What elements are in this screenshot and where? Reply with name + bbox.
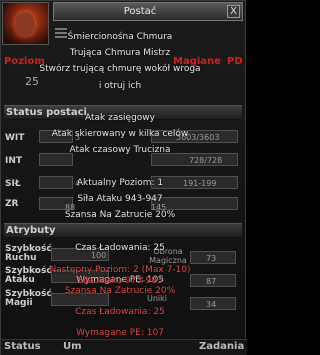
tooltip-line: Trująca Chmura Mistrz <box>69 48 171 59</box>
tooltip-next-line: Wymagane PE: 107 <box>76 328 164 338</box>
tooltip-line: Atak zasięgowy <box>85 113 155 124</box>
tooltip-next-line: Następny Poziom: 2 (Max 7-10) <box>49 265 191 275</box>
skill-tooltip: Śmiercionośna Chmura Trująca Chmura Mist… <box>7 29 233 288</box>
tooltip-next-line: Czas Ładowania: 25 <box>75 307 165 317</box>
bottom-tabs: Status Um Zadania <box>1 339 247 355</box>
tooltip-line: Szansa Na Zatrucie 20% <box>64 210 176 221</box>
title-bar[interactable]: Postać X <box>53 2 243 21</box>
tooltip-line: Atak czasowy Trucizna <box>69 145 171 156</box>
tooltip-next-line <box>7 297 233 308</box>
tooltip-line: Atak skierowany w kilka celów <box>51 129 189 140</box>
tooltip-line: Siła Ataku 943-947 <box>77 194 163 205</box>
tooltip-line: Czas Ładowania: 25 <box>75 242 165 253</box>
tooltip-line <box>7 94 233 110</box>
character-window: Postać X Poziom 25 Magiane PD Status pos… <box>0 0 247 355</box>
tooltip-line <box>7 223 233 239</box>
tab-skills[interactable]: Um <box>63 341 82 352</box>
tooltip-next-line: Siła Ataku 973-983 <box>77 275 163 286</box>
tooltip-next-line: Szansa Na Zatrucie 20% <box>64 286 176 296</box>
tab-quests[interactable]: Zadania <box>199 341 244 352</box>
tooltip-next-line <box>7 318 233 329</box>
tooltip-line: Stwórz trującą chmurę wokół wroga <box>39 64 201 75</box>
tooltip-skill-name: Śmiercionośna Chmura <box>67 32 173 42</box>
tab-status[interactable]: Status <box>4 341 41 352</box>
tooltip-line: Aktualny Poziom: 1 <box>76 177 164 188</box>
skill-tooltip-next-level: Następny Poziom: 2 (Max 7-10) Siła Ataku… <box>7 265 233 339</box>
window-title: Postać <box>123 6 157 17</box>
close-button[interactable]: X <box>227 5 240 18</box>
tooltip-line <box>7 159 233 175</box>
tooltip-line: i otruj ich <box>98 80 142 91</box>
